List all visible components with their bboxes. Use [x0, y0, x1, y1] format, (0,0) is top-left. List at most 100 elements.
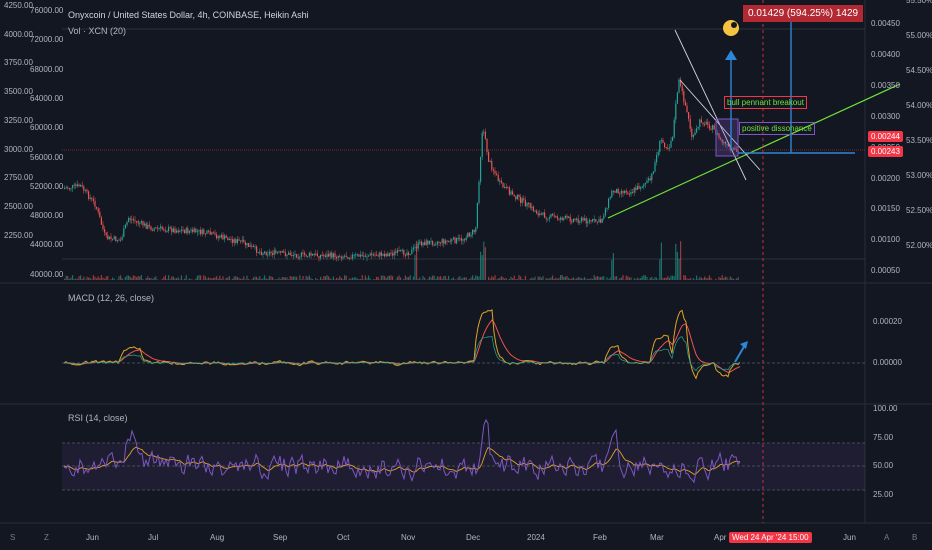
snapshot-icon[interactable]: S	[10, 533, 15, 542]
target-label[interactable]: 0.01429 (594.25%) 1429	[743, 5, 864, 22]
volume-bar	[382, 275, 384, 280]
volume-bar	[150, 277, 152, 280]
volume-bar	[174, 278, 176, 280]
volume-bar	[377, 276, 379, 280]
volume-bar	[724, 276, 726, 280]
volume-bar	[326, 275, 328, 280]
volume-bar	[489, 278, 491, 280]
zoom-icon[interactable]: Z	[44, 533, 49, 542]
volume-bar	[457, 277, 459, 280]
volume-bar	[643, 275, 645, 280]
volume-bar	[688, 279, 690, 280]
left-axis-tick: 3750.00	[4, 58, 33, 68]
volume-bar	[286, 277, 288, 280]
volume-bar	[240, 278, 242, 280]
volume-bar	[510, 276, 512, 280]
pennant-box[interactable]	[715, 118, 739, 157]
left-axis-tick: 2500.00	[4, 201, 33, 211]
volume-bar	[323, 276, 325, 280]
volume-bar	[616, 276, 618, 280]
volume-bar	[419, 277, 421, 280]
volume-bar	[620, 277, 622, 280]
auto-scale-icon[interactable]: A	[884, 533, 889, 542]
volume-bar	[128, 275, 130, 280]
volume-bar	[145, 278, 147, 280]
volume-bar	[91, 279, 93, 280]
volume-bar	[68, 278, 70, 280]
volume-bar	[476, 276, 478, 280]
volume-bar	[630, 277, 632, 280]
volume-bar	[331, 279, 333, 280]
chart-canvas[interactable]	[0, 0, 932, 550]
volume-bar	[292, 276, 294, 280]
percent-axis-tick: 52.00%	[906, 241, 932, 250]
volume-bar	[388, 275, 390, 280]
inner-axis-tick: 44000.00	[30, 240, 64, 250]
volume-bar	[619, 278, 621, 280]
macd-arrow[interactable]	[734, 344, 746, 363]
volume-bar	[246, 275, 248, 280]
time-axis-tick: Mar	[650, 533, 664, 542]
volume-bar	[529, 278, 531, 280]
volume-bar	[550, 277, 552, 280]
volume-bar	[227, 277, 229, 280]
volume-bar	[675, 243, 677, 280]
volume-bar	[96, 278, 98, 280]
volume-bar	[355, 277, 357, 280]
volume-bar	[710, 277, 712, 280]
last-price-badge: 0.00244	[868, 131, 903, 142]
chart-title: Onyxcoin / United States Dollar, 4h, COI…	[68, 10, 309, 20]
volume-bar	[204, 276, 206, 280]
macd-indicator-label[interactable]: MACD (12, 26, close)	[68, 293, 154, 303]
volume-bar	[321, 279, 323, 280]
volume-bar	[640, 278, 642, 280]
volume-bar	[585, 279, 587, 280]
volume-bar	[697, 279, 699, 280]
volume-bar	[116, 279, 118, 280]
volume-bar	[588, 279, 590, 280]
volume-indicator-label[interactable]: Vol · XCN (20)	[68, 26, 126, 36]
volume-bar	[566, 275, 568, 280]
volume-bar	[737, 277, 739, 280]
volume-bar	[692, 278, 694, 280]
volume-bar	[248, 279, 250, 280]
target-arrow-head	[725, 50, 737, 60]
scale-settings-icon[interactable]: B	[912, 533, 917, 542]
volume-bar	[363, 279, 365, 280]
volume-bar	[209, 278, 211, 280]
volume-bar	[627, 276, 629, 280]
volume-bar	[300, 279, 302, 280]
macd-histogram-outline	[63, 336, 741, 372]
volume-bar	[315, 277, 317, 280]
volume-bar	[305, 275, 307, 280]
volume-bar	[483, 241, 485, 280]
volume-bar	[211, 278, 213, 280]
volume-bar	[366, 278, 368, 280]
bull-pennant-label[interactable]: bull pennant breakout	[724, 96, 807, 109]
volume-bar	[216, 276, 218, 280]
volume-bar	[704, 276, 706, 280]
volume-bar	[73, 279, 75, 280]
volume-bar	[689, 277, 691, 280]
rsi-axis-tick: 25.00	[873, 489, 894, 499]
volume-bar	[635, 279, 637, 280]
volume-bar	[656, 277, 658, 280]
volume-bar	[654, 277, 656, 280]
volume-bar	[339, 276, 341, 280]
volume-bar	[140, 275, 142, 280]
volume-bar	[219, 275, 221, 280]
inner-axis-tick: 76000.00	[30, 6, 64, 15]
volume-bar	[721, 275, 723, 280]
positive-dissonance-label[interactable]: positive dissonance	[739, 122, 815, 135]
volume-bar	[705, 277, 707, 280]
volume-bar	[206, 278, 208, 280]
volume-bar	[542, 276, 544, 280]
volume-bar	[516, 279, 518, 280]
price-axis-tick: 0.00100	[871, 235, 900, 245]
rsi-indicator-label[interactable]: RSI (14, close)	[68, 413, 128, 423]
volume-bar	[540, 277, 542, 280]
volume-bar	[576, 278, 578, 280]
volume-bar	[644, 275, 646, 280]
price-axis-tick: 0.00450	[871, 19, 900, 28]
volume-bar	[220, 278, 222, 280]
